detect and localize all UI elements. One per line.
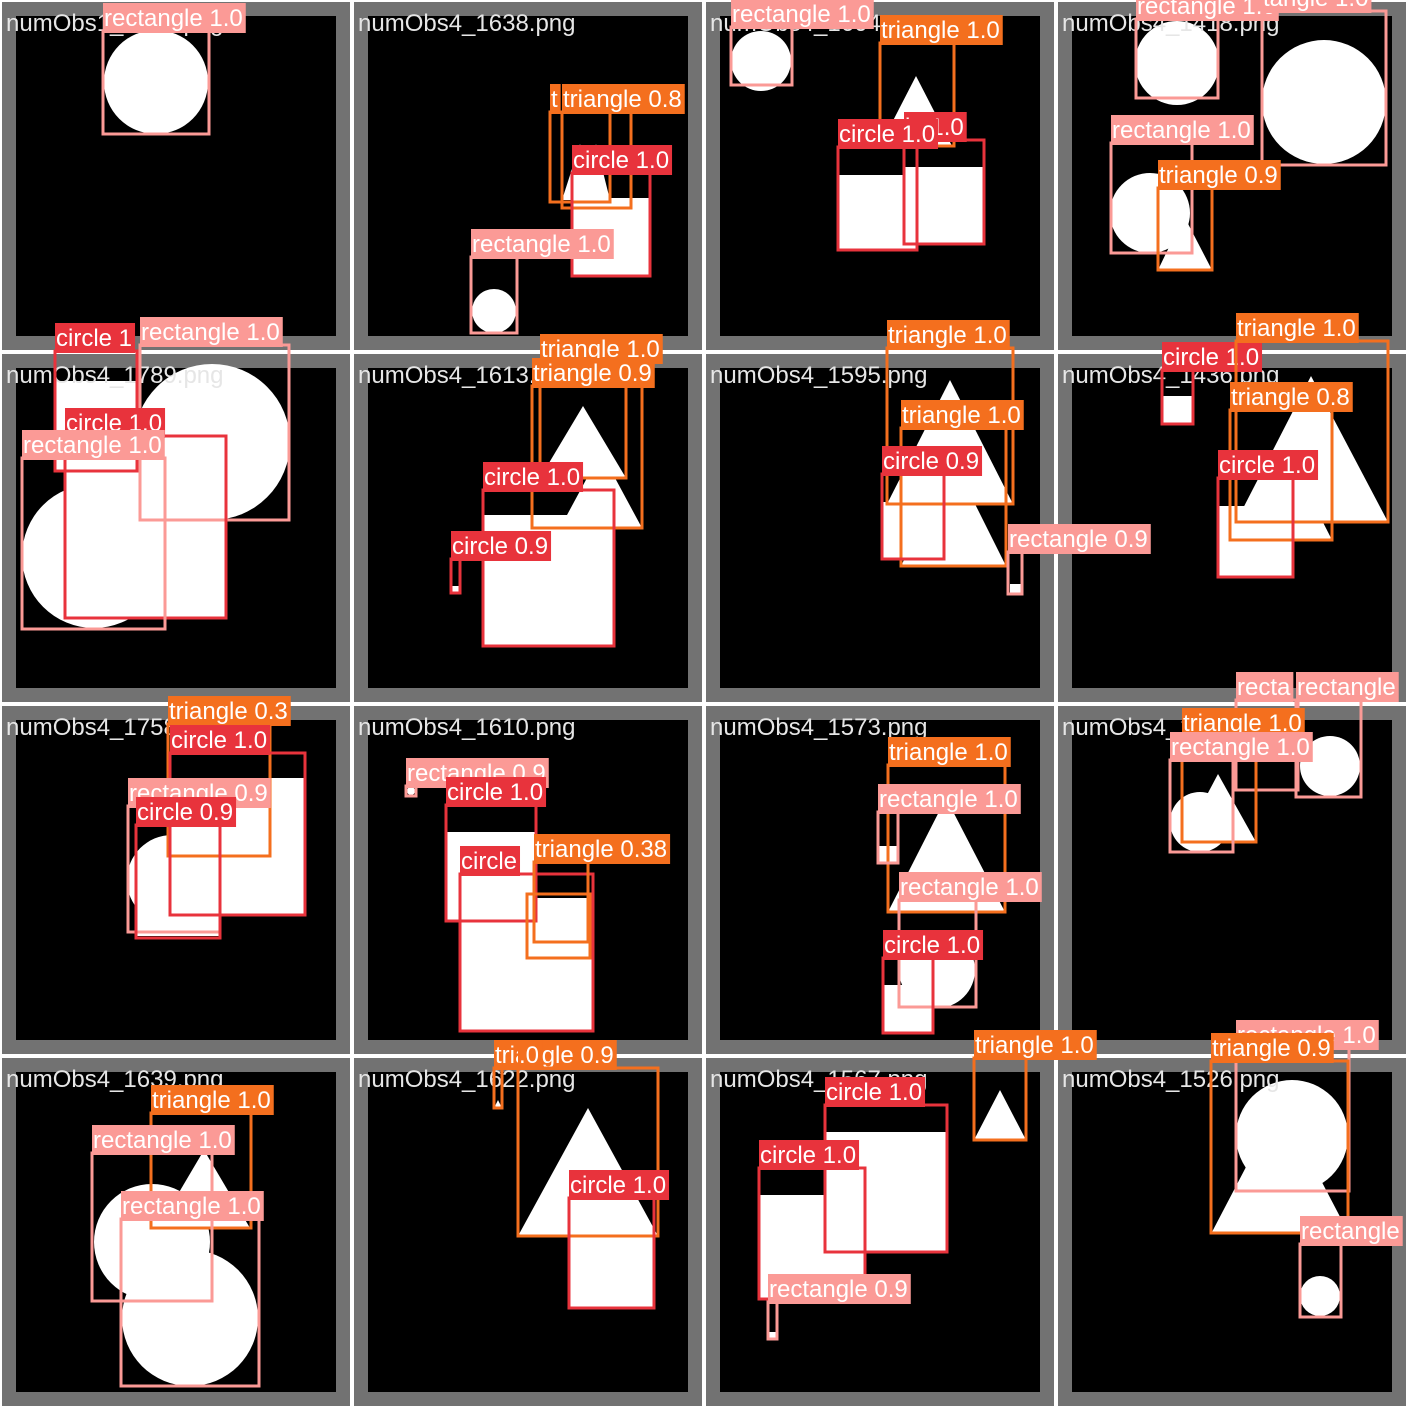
image-canvas [368,16,688,336]
tile-shapes [104,30,208,134]
detection-label: circle 1.0 [1219,452,1315,479]
detection-label: circle 1.0 [171,727,267,754]
tile-title: numObs4_1610.png [358,714,576,741]
detection-label: circle 0.9 [452,533,548,560]
detection-label: circle 1.0 [484,464,580,491]
detection-label: rectangle 0.9 [769,1276,908,1303]
detection-label: circle 1.0 [839,121,935,148]
detection-label: rectangle 1.0 [1112,117,1251,144]
tile-title: numObs4_1789.png [6,362,224,389]
detection-label: rectangle [1301,1218,1400,1245]
detection-label: rectangle 1.0 [141,319,280,346]
circle-shape [407,787,415,795]
rectangle-shape [883,985,933,1033]
circle-shape [472,289,516,333]
detection-label: triangle 0.3 [169,698,288,725]
tile-title: numObs4_1526.png [1062,1066,1280,1093]
detection-label: circle 1.0 [573,147,669,174]
detection-label: circle [461,848,517,875]
tile-title: numObs4_1573.png [710,714,928,741]
rectangle-shape [882,502,944,559]
tile-title: numObs4_1595.png [710,362,928,389]
tile-title: numObs4_1622.png [358,1066,576,1093]
circle-shape [122,1250,258,1386]
detection-label: triangle 1.0 [889,739,1008,766]
detection-label: rectangle 1.0 [122,1193,261,1220]
detection-label: rectangle 0.9 [1009,526,1148,553]
detection-label: rectangle 1.0 [732,1,871,28]
detection-label: triangle 0.9 [1212,1035,1331,1062]
detection-results-grid: numObs1_1009.pngnumObs4_1638.pngnumObs4_… [2,0,1406,1406]
detection-label: tangle 1.0 [1263,0,1368,12]
detection-label: t [551,86,558,113]
detection-label: circle 1.0 [447,779,543,806]
detection-label: triangle 1.0 [975,1032,1094,1059]
detection-label: rectangle 1.0 [1137,0,1276,20]
detection-label: triangle 0.9 [1159,162,1278,189]
detection-label: circle 1.0 [1163,344,1259,371]
detection-label: rectangle 1.0 [104,5,243,32]
detection-label: triangle 0.38 [535,836,667,863]
detection-label: rectangle [1297,674,1396,701]
detection-label: rectangle 1.0 [879,786,1018,813]
circle-shape [104,30,208,134]
tile-title: numObs4_1638.png [358,10,576,37]
detection-label: circle 0.9 [137,799,233,826]
detection-label: triangle 1.0 [881,17,1000,44]
detection-label: triangle 1.0 [1237,315,1356,342]
circle-shape [1262,40,1386,164]
detection-label: circle 1.0 [884,932,980,959]
detection-label: circle 1.0 [760,1142,856,1169]
detection-label: triangle 1.0 [888,322,1007,349]
detection-label: triangle 1.0 [902,402,1021,429]
circle-shape [1300,1276,1340,1316]
detection-label: circle 1.0 [570,1172,666,1199]
detection-label: rectangle 1.0 [93,1127,232,1154]
rectangle-shape [1162,396,1193,424]
detection-label: circle 0.9 [883,448,979,475]
circle-shape [731,31,791,91]
detection-label: .0 [519,1042,539,1069]
detection-label: rectangle 1.0 [23,432,162,459]
detection-label: triangle 0.8 [563,86,682,113]
rectangle-shape [569,1226,654,1308]
detection-label: triangle 0.9 [533,360,652,387]
rectangle-shape [136,852,220,936]
detection-label: rectangle 1.0 [1171,734,1310,761]
detection-label: circle 1.0 [826,1079,922,1106]
detection-label: rectangle 1.0 [900,874,1039,901]
detection-label: triangle 0.9 [495,1042,614,1069]
detection-label: recta [1237,674,1291,701]
detection-label: triangle 1.0 [152,1087,271,1114]
rectangle-shape [65,461,226,618]
detection-label: rectangle 1.0 [472,231,611,258]
detection-label: triangle 0.8 [1231,384,1350,411]
detection-label: circle 1 [56,325,132,352]
